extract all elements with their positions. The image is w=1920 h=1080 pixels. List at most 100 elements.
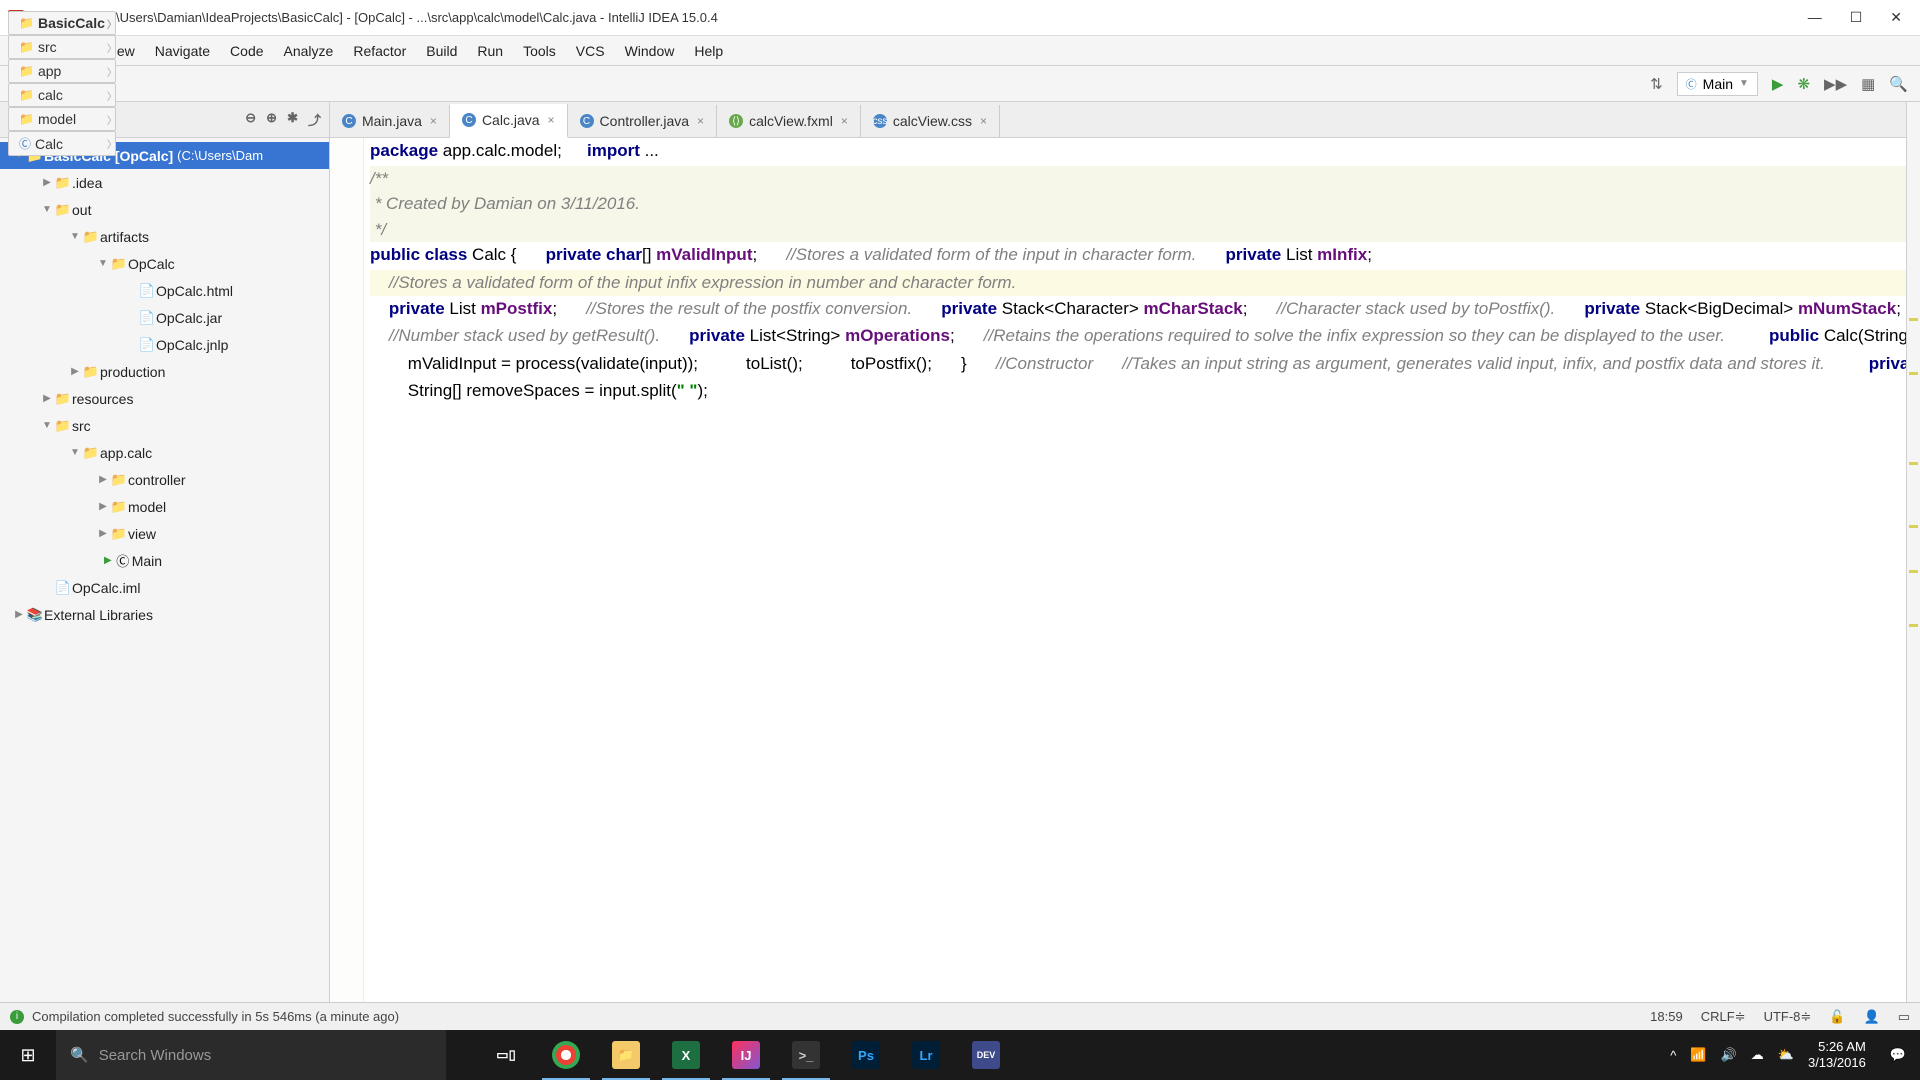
menu-analyze[interactable]: Analyze <box>274 39 344 63</box>
taskbar-devcpp[interactable]: DEV <box>956 1030 1016 1080</box>
tray-chevron-icon[interactable]: ^ <box>1670 1048 1676 1063</box>
run-icon[interactable]: ▶ <box>1772 75 1784 93</box>
hector-icon[interactable]: 👤 <box>1864 1009 1880 1025</box>
editor-tab[interactable]: CMain.java× <box>330 105 450 137</box>
taskbar-lightroom[interactable]: Lr <box>896 1030 956 1080</box>
breadcrumb-item[interactable]: 📁BasicCalc <box>8 11 116 35</box>
editor-tab[interactable]: CController.java× <box>568 105 718 137</box>
code-editor[interactable]: package app.calc.model; import ... /** *… <box>330 138 1906 1002</box>
breadcrumb-item[interactable]: 📁src <box>8 35 116 59</box>
taskbar-intellij[interactable]: IJ <box>716 1030 776 1080</box>
tree-node[interactable]: ▼📁artifacts <box>0 223 329 250</box>
tree-node[interactable]: 📄OpCalc.jar <box>0 304 329 331</box>
taskbar-photoshop[interactable]: Ps <box>836 1030 896 1080</box>
coverage-icon[interactable]: ▶▶ <box>1824 75 1847 93</box>
onedrive-icon[interactable]: ☁ <box>1751 1047 1764 1063</box>
file-encoding[interactable]: UTF-8≑ <box>1764 1009 1812 1025</box>
layout-icon[interactable]: ▦ <box>1861 75 1875 93</box>
tree-node[interactable]: ▼📁OpCalc <box>0 250 329 277</box>
editor-marker-strip[interactable] <box>1906 102 1920 1002</box>
tab-close-icon[interactable]: × <box>980 114 987 128</box>
tree-node[interactable]: ▶📁production <box>0 358 329 385</box>
wifi-icon[interactable]: 📶 <box>1690 1047 1706 1063</box>
taskbar-terminal[interactable]: >_ <box>776 1030 836 1080</box>
taskbar-clock[interactable]: 5:26 AM 3/13/2016 <box>1808 1039 1876 1070</box>
breadcrumb-item[interactable]: ⒸCalc <box>8 131 116 156</box>
sync-icon[interactable]: ⇅ <box>1650 75 1663 93</box>
start-button[interactable]: ⊞ <box>0 1030 56 1080</box>
tab-close-icon[interactable]: × <box>430 114 437 128</box>
tree-node[interactable]: ▶📁controller <box>0 466 329 493</box>
menu-navigate[interactable]: Navigate <box>145 39 220 63</box>
tree-arrow-icon[interactable]: ▼ <box>68 447 82 458</box>
tree-node[interactable]: ▶ⒸMain <box>0 547 329 574</box>
tab-close-icon[interactable]: × <box>697 114 704 128</box>
tree-arrow-icon[interactable]: ▶ <box>12 609 26 620</box>
menu-code[interactable]: Code <box>220 39 273 63</box>
taskbar-excel[interactable]: X <box>656 1030 716 1080</box>
menu-window[interactable]: Window <box>615 39 685 63</box>
tree-node-label: External Libraries <box>44 607 153 623</box>
project-tree[interactable]: ▼📁BasicCalc [OpCalc](C:\Users\Dam▶📁.idea… <box>0 138 329 1002</box>
minimize-icon[interactable]: — <box>1808 9 1822 26</box>
run-configuration-dropdown[interactable]: Ⓒ Main ▼ <box>1677 72 1758 96</box>
tree-arrow-icon[interactable]: ▶ <box>96 474 110 485</box>
tree-arrow-icon[interactable]: ▶ <box>68 366 82 377</box>
tree-node[interactable]: ▶📁.idea <box>0 169 329 196</box>
tree-arrow-icon[interactable]: ▶ <box>96 528 110 539</box>
tab-close-icon[interactable]: × <box>548 113 555 127</box>
volume-icon[interactable]: 🔊 <box>1721 1047 1737 1063</box>
hide-icon[interactable]: ⤴ <box>308 110 321 129</box>
tree-node[interactable]: 📄OpCalc.html <box>0 277 329 304</box>
taskbar-search[interactable]: 🔍 Search Windows <box>56 1030 446 1080</box>
tree-arrow-icon[interactable]: ▶ <box>96 501 110 512</box>
tree-node[interactable]: 📄OpCalc.jnlp <box>0 331 329 358</box>
close-icon[interactable]: ✕ <box>1890 9 1902 26</box>
breadcrumb-item[interactable]: 📁calc <box>8 83 116 107</box>
tree-node[interactable]: ▶📁view <box>0 520 329 547</box>
editor-tab[interactable]: CCalc.java× <box>450 104 568 138</box>
task-view-button[interactable]: ▭▯ <box>476 1030 536 1080</box>
breadcrumb-bar: 📁BasicCalc📁src📁app📁calc📁modelⒸCalc ⇅ Ⓒ M… <box>0 66 1920 102</box>
tree-node[interactable]: 📄OpCalc.iml <box>0 574 329 601</box>
tree-arrow-icon[interactable]: ▼ <box>40 204 54 215</box>
tree-node[interactable]: ▶📚External Libraries <box>0 601 329 628</box>
menu-refactor[interactable]: Refactor <box>343 39 416 63</box>
tree-arrow-icon[interactable]: ▼ <box>68 231 82 242</box>
menu-tools[interactable]: Tools <box>513 39 566 63</box>
memory-indicator[interactable]: ▭ <box>1898 1009 1910 1025</box>
tab-label: Calc.java <box>482 112 540 128</box>
maximize-icon[interactable]: ☐ <box>1850 9 1863 26</box>
menu-run[interactable]: Run <box>467 39 513 63</box>
breadcrumb-item[interactable]: 📁app <box>8 59 116 83</box>
taskbar-explorer[interactable]: 📁 <box>596 1030 656 1080</box>
debug-icon[interactable]: ❋ <box>1797 75 1810 93</box>
tree-arrow-icon[interactable]: ▶ <box>40 177 54 188</box>
collapse-icon[interactable]: ⊖ <box>245 110 256 129</box>
breadcrumb-item[interactable]: 📁model <box>8 107 116 131</box>
tree-node[interactable]: ▼📁app.calc <box>0 439 329 466</box>
tree-arrow-icon[interactable]: ▶ <box>40 393 54 404</box>
editor-tab[interactable]: ⟨⟩calcView.fxml× <box>717 105 861 137</box>
tree-node[interactable]: ▶📁model <box>0 493 329 520</box>
system-tray[interactable]: ^ 📶 🔊 ☁ ⛅ 5:26 AM 3/13/2016 💬 <box>1670 1039 1920 1070</box>
tab-close-icon[interactable]: × <box>841 114 848 128</box>
weather-icon[interactable]: ⛅ <box>1778 1047 1794 1063</box>
notifications-icon[interactable]: 💬 <box>1890 1047 1914 1063</box>
line-separator[interactable]: CRLF≑ <box>1701 1009 1746 1025</box>
gear-icon[interactable]: ✱ <box>287 110 298 129</box>
tree-arrow-icon[interactable]: ▼ <box>96 258 110 269</box>
menu-help[interactable]: Help <box>684 39 733 63</box>
tree-arrow-icon[interactable]: ▼ <box>40 420 54 431</box>
tree-node[interactable]: ▶📁resources <box>0 385 329 412</box>
search-icon[interactable]: 🔍 <box>1889 75 1908 93</box>
target-icon[interactable]: ⊕ <box>266 110 277 129</box>
menu-build[interactable]: Build <box>416 39 467 63</box>
caret-position[interactable]: 18:59 <box>1650 1009 1683 1024</box>
tree-node[interactable]: ▼📁src <box>0 412 329 439</box>
taskbar-chrome[interactable] <box>536 1030 596 1080</box>
editor-tab[interactable]: csscalcView.css× <box>861 105 1000 137</box>
menu-vcs[interactable]: VCS <box>566 39 615 63</box>
lock-icon[interactable]: 🔓 <box>1829 1009 1845 1025</box>
tree-node[interactable]: ▼📁out <box>0 196 329 223</box>
